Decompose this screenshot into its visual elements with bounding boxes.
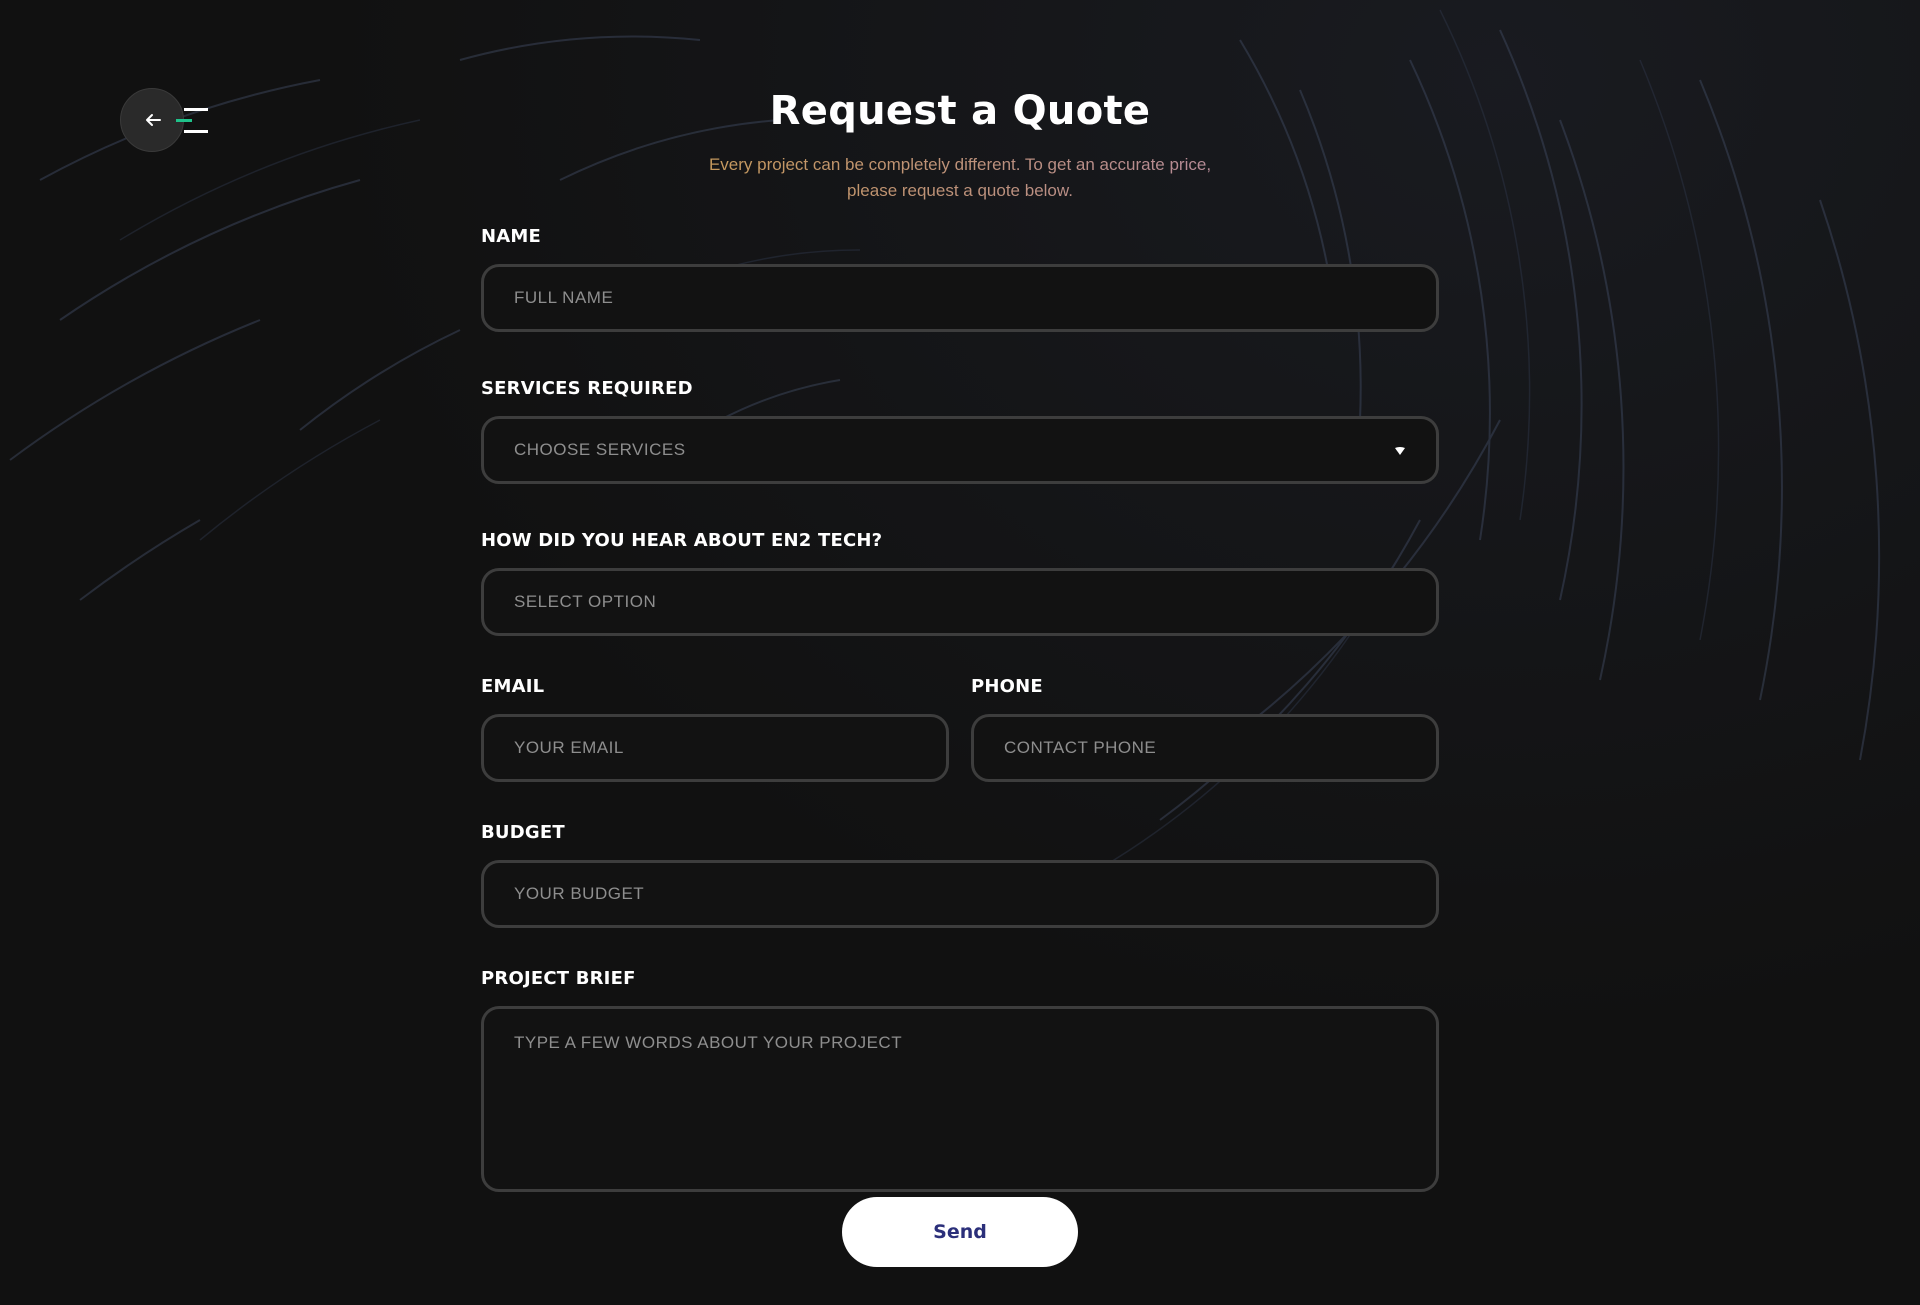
budget-input[interactable]: YOUR BUDGET [481,860,1439,928]
budget-placeholder: YOUR BUDGET [514,884,645,903]
name-label: NAME [481,226,542,247]
subtitle-line-1: Every project can be completely differen… [708,155,1212,174]
phone-group: PHONE CONTACT PHONE [971,676,1439,782]
email-group: EMAIL YOUR EMAIL [481,676,949,782]
contact-row: EMAIL YOUR EMAIL PHONE CONTACT PHONE [481,676,1439,782]
page-subtitle: Every project can be completely differen… [680,152,1240,204]
services-group: SERVICES REQUIRED CHOOSE SERVICES [481,378,1439,484]
source-label: HOW DID YOU HEAR ABOUT EN2 TECH? [481,530,883,551]
budget-label: BUDGET [481,822,565,843]
name-placeholder: FULL NAME [514,288,614,307]
services-label: SERVICES REQUIRED [481,378,693,399]
page-header: Request a Quote Every project can be com… [0,88,1920,204]
page-title: Request a Quote [769,88,1151,134]
brief-placeholder: TYPE A FEW WORDS ABOUT YOUR PROJECT [514,1033,903,1052]
name-group: NAME FULL NAME [481,226,1439,332]
services-select[interactable]: CHOOSE SERVICES [481,416,1439,484]
brief-label: PROJECT BRIEF [481,968,636,989]
phone-placeholder: CONTACT PHONE [1004,738,1157,757]
name-input[interactable]: FULL NAME [481,264,1439,332]
services-value: CHOOSE SERVICES [514,440,686,459]
send-button[interactable]: Send [842,1197,1078,1267]
quote-page: Request a Quote Every project can be com… [0,0,1920,1305]
caret-down-icon [1395,447,1405,455]
brief-textarea[interactable]: TYPE A FEW WORDS ABOUT YOUR PROJECT [481,1006,1439,1192]
phone-label: PHONE [971,676,1043,697]
phone-input[interactable]: CONTACT PHONE [971,714,1439,782]
submit-area: Send [0,1197,1920,1267]
source-value: SELECT OPTION [514,592,657,611]
brief-group: PROJECT BRIEF TYPE A FEW WORDS ABOUT YOU… [481,968,1439,1192]
email-label: EMAIL [481,676,545,697]
email-placeholder: YOUR EMAIL [514,738,624,757]
budget-group: BUDGET YOUR BUDGET [481,822,1439,928]
quote-form: NAME FULL NAME SERVICES REQUIRED CHOOSE … [481,226,1439,1238]
source-select[interactable]: SELECT OPTION [481,568,1439,636]
email-input[interactable]: YOUR EMAIL [481,714,949,782]
source-group: HOW DID YOU HEAR ABOUT EN2 TECH? SELECT … [481,530,1439,636]
subtitle-line-2: please request a quote below. [847,181,1073,200]
